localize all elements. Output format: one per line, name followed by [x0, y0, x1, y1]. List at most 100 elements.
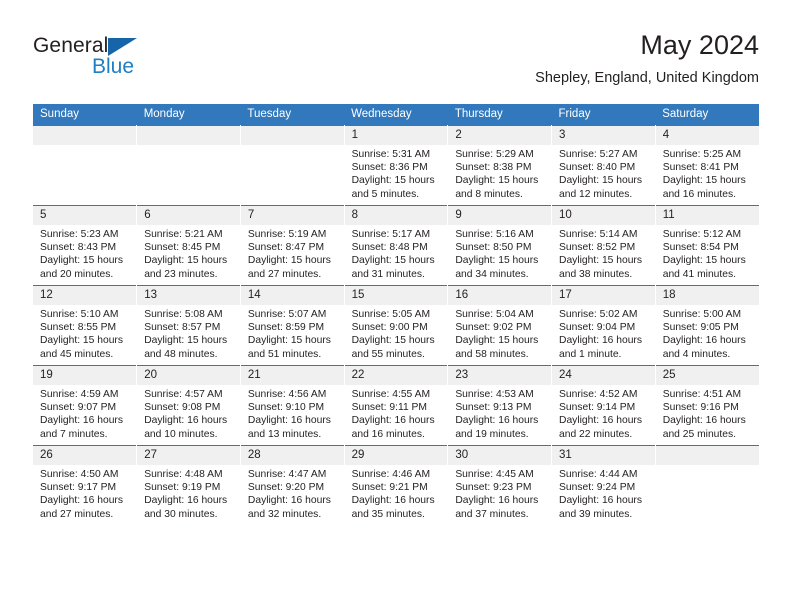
daylight-text-line1: Daylight: 15 hours: [144, 255, 228, 267]
daylight-text-line2: and 1 minute.: [559, 348, 622, 360]
daylight-text-line1: Daylight: 16 hours: [455, 495, 539, 507]
day-number: 28: [240, 446, 344, 465]
day-cell[interactable]: 17 Sunrise: 5:02 AM Sunset: 9:04 PM Dayl…: [551, 285, 656, 366]
sunrise-text: Sunrise: 4:59 AM: [40, 389, 119, 400]
daylight-text-line1: Daylight: 16 hours: [40, 495, 123, 507]
day-cell[interactable]: 28 Sunrise: 4:47 AM Sunset: 9:20 PM Dayl…: [240, 445, 345, 525]
day-cell[interactable]: 22 Sunrise: 4:55 AM Sunset: 9:11 PM Dayl…: [344, 365, 449, 446]
day-cell[interactable]: 31 Sunrise: 4:44 AM Sunset: 9:24 PM Dayl…: [551, 445, 656, 525]
day-number: 27: [137, 446, 240, 465]
day-cell[interactable]: 8 Sunrise: 5:17 AM Sunset: 8:48 PM Dayli…: [344, 205, 449, 286]
day-cell[interactable]: 5 Sunrise: 5:23 AM Sunset: 8:43 PM Dayli…: [33, 205, 138, 286]
day-cell[interactable]: 15 Sunrise: 5:05 AM Sunset: 9:00 PM Dayl…: [344, 285, 449, 366]
daylight-text-line2: and 37 minutes.: [455, 508, 529, 520]
day-number: 16: [448, 286, 552, 305]
weekday-header-thursday: Thursday: [447, 104, 552, 126]
day-number: [137, 126, 240, 145]
day-cell[interactable]: 2 Sunrise: 5:29 AM Sunset: 8:38 PM Dayli…: [447, 125, 553, 206]
day-details: Sunrise: 4:45 AM Sunset: 9:23 PM Dayligh…: [448, 465, 551, 521]
day-cell[interactable]: 1 Sunrise: 5:31 AM Sunset: 8:36 PM Dayli…: [344, 125, 449, 206]
daylight-text-line1: Daylight: 15 hours: [455, 255, 539, 267]
sunrise-text: Sunrise: 4:52 AM: [559, 389, 638, 400]
day-cell[interactable]: 14 Sunrise: 5:07 AM Sunset: 8:59 PM Dayl…: [240, 285, 345, 366]
sunrise-text: Sunrise: 5:25 AM: [662, 149, 742, 160]
day-number: 5: [33, 206, 137, 225]
daylight-text-line2: and 58 minutes.: [455, 348, 529, 360]
day-details: Sunrise: 5:27 AM Sunset: 8:40 PM Dayligh…: [552, 145, 655, 201]
sunset-text: Sunset: 8:59 PM: [247, 322, 325, 334]
day-cell[interactable]: 27 Sunrise: 4:48 AM Sunset: 9:19 PM Dayl…: [136, 445, 241, 525]
day-cell[interactable]: 25 Sunrise: 4:51 AM Sunset: 9:16 PM Dayl…: [655, 365, 759, 446]
daylight-text-line2: and 20 minutes.: [40, 268, 114, 280]
daylight-text-line1: Daylight: 16 hours: [559, 495, 643, 507]
day-cell[interactable]: 29 Sunrise: 4:46 AM Sunset: 9:21 PM Dayl…: [344, 445, 449, 525]
day-cell[interactable]: 4 Sunrise: 5:25 AM Sunset: 8:41 PM Dayli…: [655, 125, 759, 206]
day-cell[interactable]: 24 Sunrise: 4:52 AM Sunset: 9:14 PM Dayl…: [551, 365, 656, 446]
day-cell[interactable]: 10 Sunrise: 5:14 AM Sunset: 8:52 PM Dayl…: [551, 205, 656, 286]
day-details: [33, 145, 136, 148]
calendar-body: 1 Sunrise: 5:31 AM Sunset: 8:36 PM Dayli…: [33, 125, 759, 525]
week-row: 12 Sunrise: 5:10 AM Sunset: 8:55 PM Dayl…: [33, 285, 759, 366]
sunrise-text: Sunrise: 5:21 AM: [144, 229, 223, 240]
day-details: Sunrise: 5:21 AM Sunset: 8:45 PM Dayligh…: [137, 225, 240, 281]
day-details: Sunrise: 5:23 AM Sunset: 8:43 PM Dayligh…: [33, 225, 136, 281]
day-number: 17: [552, 286, 655, 305]
daylight-text-line2: and 35 minutes.: [351, 508, 425, 520]
day-cell[interactable]: 3 Sunrise: 5:27 AM Sunset: 8:40 PM Dayli…: [551, 125, 656, 206]
day-cell[interactable]: [33, 125, 138, 206]
day-cell[interactable]: 9 Sunrise: 5:16 AM Sunset: 8:50 PM Dayli…: [447, 205, 553, 286]
day-cell[interactable]: 13 Sunrise: 5:08 AM Sunset: 8:57 PM Dayl…: [136, 285, 241, 366]
day-number: 19: [33, 366, 137, 385]
day-cell[interactable]: 19 Sunrise: 4:59 AM Sunset: 9:07 PM Dayl…: [33, 365, 138, 446]
day-cell[interactable]: [655, 445, 759, 525]
daylight-text-line2: and 48 minutes.: [144, 348, 218, 360]
day-details: Sunrise: 4:55 AM Sunset: 9:11 PM Dayligh…: [345, 385, 448, 441]
day-details: Sunrise: 4:59 AM Sunset: 9:07 PM Dayligh…: [33, 385, 136, 441]
day-cell[interactable]: 7 Sunrise: 5:19 AM Sunset: 8:47 PM Dayli…: [240, 205, 345, 286]
day-cell[interactable]: 11 Sunrise: 5:12 AM Sunset: 8:54 PM Dayl…: [655, 205, 759, 286]
general-blue-logo[interactable]: General Blue: [33, 34, 263, 90]
daylight-text-line2: and 27 minutes.: [247, 268, 322, 280]
day-details: Sunrise: 5:17 AM Sunset: 8:48 PM Dayligh…: [345, 225, 448, 281]
day-details: Sunrise: 4:57 AM Sunset: 9:08 PM Dayligh…: [137, 385, 240, 441]
day-number: [33, 126, 137, 145]
daylight-text-line2: and 34 minutes.: [455, 268, 529, 280]
day-number: 15: [344, 286, 448, 305]
day-cell[interactable]: 21 Sunrise: 4:56 AM Sunset: 9:10 PM Dayl…: [240, 365, 345, 446]
sunset-text: Sunset: 9:21 PM: [351, 482, 428, 494]
daylight-text-line1: Daylight: 16 hours: [351, 495, 435, 507]
day-number: 23: [448, 366, 552, 385]
day-details: Sunrise: 5:00 AM Sunset: 9:05 PM Dayligh…: [656, 305, 759, 361]
sunset-text: Sunset: 9:04 PM: [559, 322, 636, 334]
sunset-text: Sunset: 9:00 PM: [351, 322, 428, 334]
day-cell[interactable]: 16 Sunrise: 5:04 AM Sunset: 9:02 PM Dayl…: [447, 285, 553, 366]
day-cell[interactable]: 18 Sunrise: 5:00 AM Sunset: 9:05 PM Dayl…: [655, 285, 759, 366]
day-details: Sunrise: 5:25 AM Sunset: 8:41 PM Dayligh…: [656, 145, 759, 201]
day-details: Sunrise: 4:47 AM Sunset: 9:20 PM Dayligh…: [241, 465, 344, 521]
daylight-text-line2: and 7 minutes.: [40, 428, 108, 440]
day-cell[interactable]: 6 Sunrise: 5:21 AM Sunset: 8:45 PM Dayli…: [136, 205, 241, 286]
sunset-text: Sunset: 9:14 PM: [559, 402, 636, 414]
sunset-text: Sunset: 9:02 PM: [455, 322, 532, 334]
day-cell[interactable]: 26 Sunrise: 4:50 AM Sunset: 9:17 PM Dayl…: [33, 445, 138, 525]
page-header: General Blue May 2024 Shepley, England, …: [33, 28, 759, 96]
daylight-text-line1: Daylight: 15 hours: [559, 175, 643, 187]
weekday-header-row: Sunday Monday Tuesday Wednesday Thursday…: [33, 104, 759, 126]
day-details: Sunrise: 5:14 AM Sunset: 8:52 PM Dayligh…: [552, 225, 655, 281]
daylight-text-line1: Daylight: 15 hours: [40, 255, 123, 267]
day-number: 25: [655, 366, 759, 385]
day-cell[interactable]: 30 Sunrise: 4:45 AM Sunset: 9:23 PM Dayl…: [447, 445, 553, 525]
daylight-text-line2: and 38 minutes.: [559, 268, 633, 280]
day-cell[interactable]: 23 Sunrise: 4:53 AM Sunset: 9:13 PM Dayl…: [447, 365, 553, 446]
daylight-text-line1: Daylight: 16 hours: [662, 335, 746, 347]
day-details: Sunrise: 5:08 AM Sunset: 8:57 PM Dayligh…: [137, 305, 240, 361]
day-cell[interactable]: [240, 125, 345, 206]
day-number: 1: [344, 126, 448, 145]
sunset-text: Sunset: 9:11 PM: [351, 402, 427, 414]
day-cell[interactable]: 20 Sunrise: 4:57 AM Sunset: 9:08 PM Dayl…: [136, 365, 241, 446]
day-details: Sunrise: 5:16 AM Sunset: 8:50 PM Dayligh…: [448, 225, 551, 281]
day-number: 12: [33, 286, 137, 305]
sunset-text: Sunset: 8:36 PM: [351, 162, 428, 174]
day-cell[interactable]: [136, 125, 241, 206]
day-cell[interactable]: 12 Sunrise: 5:10 AM Sunset: 8:55 PM Dayl…: [33, 285, 138, 366]
